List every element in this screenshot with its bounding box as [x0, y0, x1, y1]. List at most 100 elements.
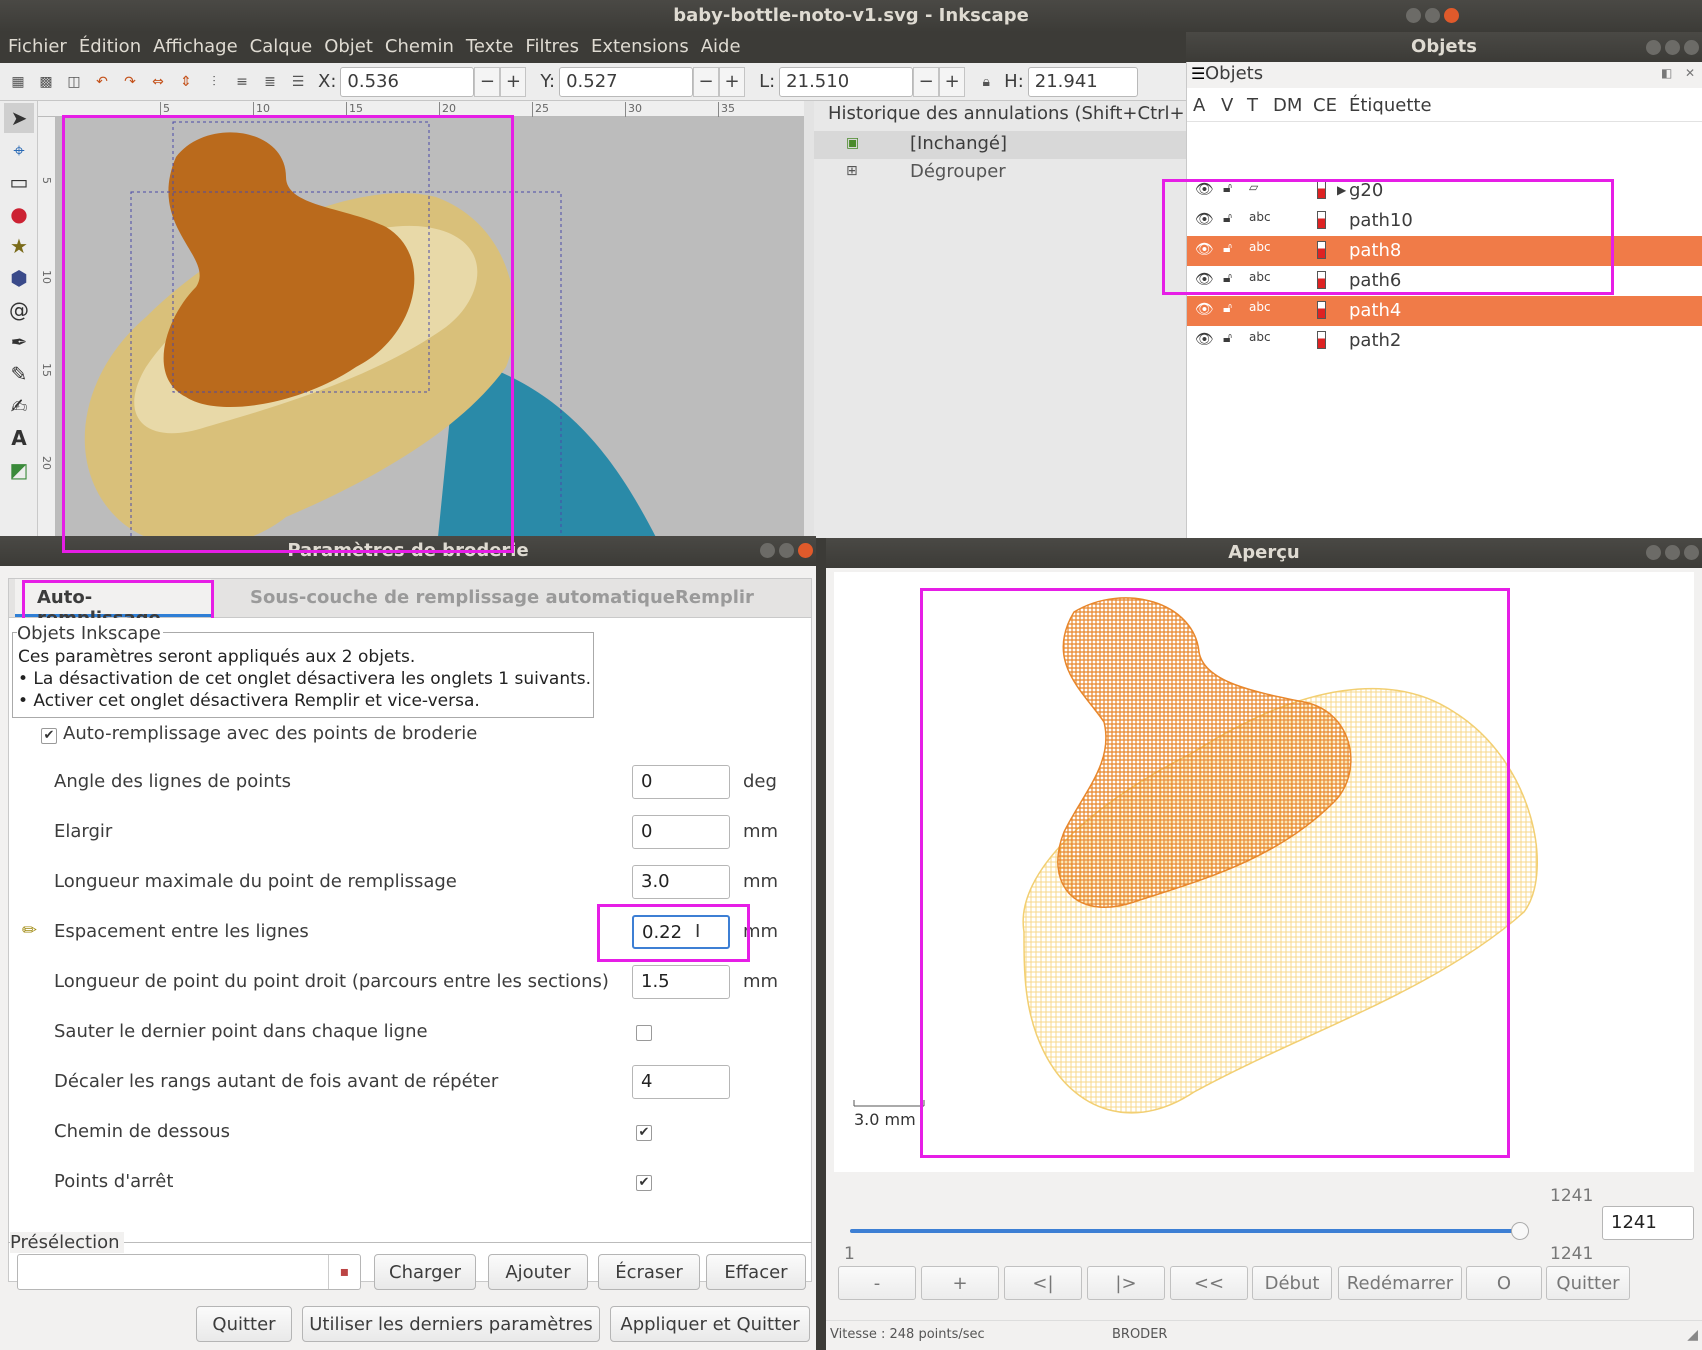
- calligraphy-tool-icon[interactable]: ✍: [4, 391, 34, 421]
- w-minus-button[interactable]: −: [913, 66, 940, 97]
- quit-button[interactable]: Quitter: [196, 1306, 292, 1342]
- delete-button[interactable]: Effacer: [706, 1254, 806, 1290]
- flip-horizontal-icon[interactable]: ⇔: [147, 71, 169, 93]
- close-icon[interactable]: [1684, 545, 1699, 560]
- rectangle-tool-icon[interactable]: ▭: [4, 167, 34, 197]
- color-swatch[interactable]: [1317, 181, 1326, 199]
- minimize-icon[interactable]: [1646, 545, 1661, 560]
- maximize-icon[interactable]: [1425, 8, 1440, 23]
- visibility-eye-icon[interactable]: 👁︎: [1195, 270, 1214, 288]
- history-item[interactable]: ▣ [Inchangé]: [814, 131, 1186, 159]
- select-all-layers-icon[interactable]: ▩: [35, 71, 57, 93]
- close-icon[interactable]: [1684, 40, 1699, 55]
- gradient-tool-icon[interactable]: ◩: [4, 455, 34, 485]
- flip-vertical-icon[interactable]: ⇕: [175, 71, 197, 93]
- w-plus-button[interactable]: +: [939, 66, 966, 97]
- maximize-icon[interactable]: [1665, 40, 1680, 55]
- menu-item[interactable]: Objet: [318, 33, 379, 63]
- skip-last-checkbox[interactable]: [636, 1025, 652, 1041]
- h-field[interactable]: 21.941: [1027, 66, 1138, 97]
- select-tool-icon[interactable]: ➤: [4, 103, 34, 133]
- minimize-icon[interactable]: [1406, 8, 1421, 23]
- preview-button[interactable]: <<: [1170, 1266, 1248, 1300]
- tie-stitches-checkbox[interactable]: ✔: [636, 1175, 652, 1191]
- 3d-box-tool-icon[interactable]: ⬢: [4, 263, 34, 293]
- ellipse-tool-icon[interactable]: ●: [4, 199, 34, 229]
- col-label[interactable]: Étiquette: [1349, 95, 1432, 116]
- main-window-controls[interactable]: [1406, 8, 1459, 23]
- node-tool-icon[interactable]: ⌖: [4, 135, 34, 165]
- objects-window-controls[interactable]: [1646, 40, 1699, 55]
- overwrite-button[interactable]: Écraser: [598, 1254, 700, 1290]
- preview-button[interactable]: +: [921, 1266, 999, 1300]
- stagger-input[interactable]: 4: [632, 1065, 730, 1099]
- step-input[interactable]: 1241: [1602, 1206, 1694, 1240]
- menu-item[interactable]: Fichier: [2, 33, 73, 63]
- col-t[interactable]: T: [1247, 95, 1258, 116]
- tab-auto-fill[interactable]: Auto-remplissage: [15, 579, 211, 629]
- menu-item[interactable]: Affichage: [147, 33, 244, 63]
- col-ce[interactable]: CE: [1313, 95, 1337, 116]
- object-row[interactable]: 👁︎ 🔓︎ abc path4: [1187, 296, 1702, 326]
- minimize-icon[interactable]: [760, 543, 775, 558]
- lock-icon[interactable]: 🔒︎: [975, 71, 997, 93]
- rotate-ccw-icon[interactable]: ↶: [91, 71, 113, 93]
- x-minus-button[interactable]: −: [474, 66, 501, 97]
- color-swatch[interactable]: [1317, 271, 1326, 289]
- lock-open-icon[interactable]: 🔓︎: [1223, 180, 1232, 196]
- preview-canvas[interactable]: 3.0 mm: [834, 572, 1694, 1172]
- menu-item[interactable]: Édition: [73, 33, 147, 63]
- y-field[interactable]: 0.527: [559, 66, 694, 97]
- y-minus-button[interactable]: −: [693, 66, 720, 97]
- max-stitch-length-input[interactable]: 3.0: [632, 865, 730, 899]
- preview-button[interactable]: <|: [1004, 1266, 1082, 1300]
- preview-button[interactable]: Quitter: [1546, 1266, 1630, 1300]
- preview-button[interactable]: O: [1466, 1266, 1542, 1300]
- visibility-eye-icon[interactable]: 👁︎: [1195, 330, 1214, 348]
- panel-close-icon[interactable]: ✕: [1685, 66, 1695, 80]
- select-all-icon[interactable]: ▦: [7, 71, 29, 93]
- drawing-canvas[interactable]: [56, 117, 804, 538]
- text-tool-icon[interactable]: A: [4, 423, 34, 453]
- deselect-icon[interactable]: ◫: [63, 71, 85, 93]
- object-row[interactable]: 👁︎ 🔓︎ abc path6: [1187, 266, 1702, 296]
- maximize-icon[interactable]: [779, 543, 794, 558]
- minimize-icon[interactable]: [1646, 40, 1661, 55]
- add-button[interactable]: Ajouter: [488, 1254, 588, 1290]
- close-icon[interactable]: [798, 543, 813, 558]
- visibility-eye-icon[interactable]: 👁︎: [1195, 180, 1214, 198]
- expand-arrow-icon[interactable]: ▶: [1337, 183, 1346, 197]
- preview-button[interactable]: Début: [1252, 1266, 1332, 1300]
- object-row[interactable]: 👁︎ 🔓︎ abc path10: [1187, 206, 1702, 236]
- panel-dock-icon[interactable]: ◧: [1661, 66, 1672, 80]
- load-button[interactable]: Charger: [374, 1254, 476, 1290]
- preview-button[interactable]: -: [838, 1266, 916, 1300]
- rotate-cw-icon[interactable]: ↷: [119, 71, 141, 93]
- enable-auto-fill-checkbox[interactable]: ✔: [41, 728, 57, 744]
- tab-underlay[interactable]: Sous-couche de remplissage automatique: [250, 587, 675, 608]
- menu-item[interactable]: Filtres: [519, 33, 585, 63]
- color-swatch[interactable]: [1317, 241, 1326, 259]
- history-item[interactable]: ⊞ Dégrouper: [814, 159, 1186, 187]
- color-swatch[interactable]: [1317, 301, 1326, 319]
- expand-input[interactable]: 0: [632, 815, 730, 849]
- object-row[interactable]: 👁︎ 🔓︎ ▱ ▶ g20: [1187, 176, 1702, 206]
- raise-icon[interactable]: ≡: [231, 71, 253, 93]
- col-dm[interactable]: DM: [1273, 95, 1302, 116]
- menu-item[interactable]: Texte: [460, 33, 519, 63]
- menu-item[interactable]: Chemin: [379, 33, 460, 63]
- x-field[interactable]: 0.536: [340, 66, 475, 97]
- y-plus-button[interactable]: +: [719, 66, 746, 97]
- lock-open-icon[interactable]: 🔓︎: [1223, 330, 1232, 346]
- lock-open-icon[interactable]: 🔓︎: [1223, 210, 1232, 226]
- color-swatch[interactable]: [1317, 211, 1326, 229]
- menu-item[interactable]: Extensions: [585, 33, 695, 63]
- tab-fill[interactable]: Remplir: [675, 587, 754, 608]
- color-swatch[interactable]: [1317, 331, 1326, 349]
- canvas-vscroll[interactable]: [804, 101, 814, 538]
- pen-tool-icon[interactable]: ✒: [4, 327, 34, 357]
- embroidery-window-controls[interactable]: [760, 543, 813, 558]
- object-row[interactable]: 👁︎ 🔓︎ abc path2: [1187, 326, 1702, 356]
- menu-item[interactable]: Calque: [244, 33, 319, 63]
- preview-window-controls[interactable]: [1646, 545, 1699, 560]
